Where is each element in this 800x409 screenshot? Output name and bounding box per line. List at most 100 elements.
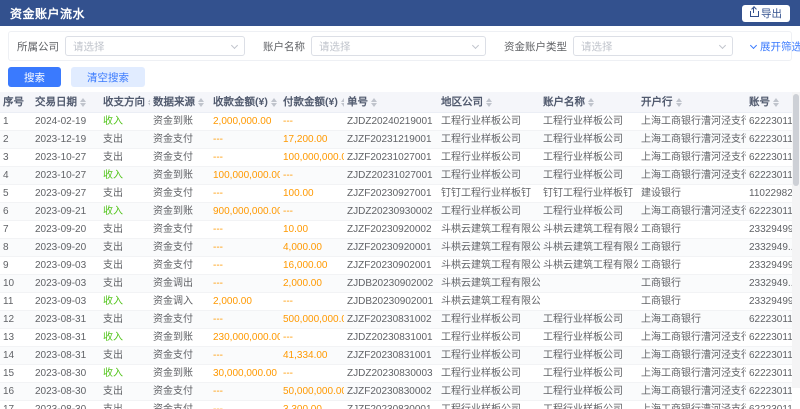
account-name-select-placeholder: 请选择 bbox=[319, 39, 351, 54]
cell-date: 2023-09-27 bbox=[32, 184, 100, 202]
table-row[interactable]: 82023-09-20支出资金支付---4,000.00ZJZF20230920… bbox=[0, 238, 792, 256]
scrollbar-thumb[interactable] bbox=[793, 94, 799, 186]
clear-search-button[interactable]: 清空搜索 bbox=[71, 67, 145, 87]
cell-receive: 900,000,000.00 bbox=[210, 202, 280, 220]
cell-source: 资金调出 bbox=[150, 274, 210, 292]
cell-region: 工程行业样板公司 bbox=[438, 130, 540, 148]
cell-source: 资金支付 bbox=[150, 220, 210, 238]
column-header[interactable]: 账号 bbox=[746, 92, 792, 112]
column-label: 收支方向 bbox=[103, 96, 145, 108]
cell-bank: 上海工商银行 bbox=[638, 310, 746, 328]
search-button[interactable]: 搜索 bbox=[8, 67, 61, 87]
account-name-select[interactable]: 请选择 bbox=[311, 36, 486, 56]
sort-icon[interactable] bbox=[371, 98, 377, 107]
table-row[interactable]: 62023-09-21收入资金到账900,000,000.00---ZJDZ20… bbox=[0, 202, 792, 220]
sort-icon[interactable] bbox=[80, 98, 86, 107]
cell-pay: 16,000.00 bbox=[280, 256, 344, 274]
column-label: 付款金额(¥) bbox=[283, 96, 338, 108]
table-row[interactable]: 102023-09-03支出资金调出---2,000.00ZJDB2023090… bbox=[0, 274, 792, 292]
cell-receive: --- bbox=[210, 130, 280, 148]
column-label: 收款金额(¥) bbox=[213, 96, 268, 108]
transactions-table: 序号交易日期收支方向数据来源 收款金额(¥) 付款金额(¥) 单号地区公司 账户名称开户… bbox=[0, 92, 800, 409]
sort-icon[interactable] bbox=[676, 98, 682, 107]
account-type-select[interactable]: 请选择 bbox=[573, 36, 733, 56]
sort-icon[interactable] bbox=[341, 98, 344, 107]
sort-icon[interactable] bbox=[198, 98, 204, 107]
expand-filter-link[interactable]: 展开筛选 bbox=[751, 39, 800, 54]
company-select-placeholder: 请选择 bbox=[73, 39, 105, 54]
table-row[interactable]: 32023-10-27支出资金支付---100,000,000.00ZJZF20… bbox=[0, 148, 792, 166]
column-header[interactable]: 数据来源 bbox=[150, 92, 210, 112]
cell-number: 622230111... bbox=[746, 382, 792, 400]
table-row[interactable]: 12024-02-19收入资金到账2,000,000.00---ZJDZ2024… bbox=[0, 112, 792, 130]
sort-icon[interactable] bbox=[773, 98, 779, 107]
chevron-down-icon bbox=[719, 42, 726, 49]
table-row[interactable]: 172023-08-30支出资金支付---3,300.00ZJZF2023083… bbox=[0, 400, 792, 409]
cell-date: 2024-02-19 bbox=[32, 112, 100, 130]
sort-asc-icon bbox=[371, 98, 377, 102]
cell-date: 2023-08-31 bbox=[32, 310, 100, 328]
cell-number: 233294995... bbox=[746, 220, 792, 238]
sort-desc-icon bbox=[271, 103, 277, 107]
table-row[interactable]: 122023-08-31支出资金支付---500,000,000.00ZJZF2… bbox=[0, 310, 792, 328]
table-row[interactable]: 22023-12-19支出资金支付---17,200.00ZJZF2023121… bbox=[0, 130, 792, 148]
cell-date: 2023-08-30 bbox=[32, 364, 100, 382]
data-table: 序号交易日期收支方向数据来源 收款金额(¥) 付款金额(¥) 单号地区公司 账户名称开户… bbox=[0, 92, 792, 409]
column-label: 地区公司 bbox=[441, 96, 483, 108]
column-header[interactable]: 单号 bbox=[344, 92, 438, 112]
column-header[interactable]: 收款金额(¥) bbox=[210, 92, 280, 112]
column-header[interactable]: 账户名称 bbox=[540, 92, 638, 112]
cell-bank: 上海工商银行漕河泾支行 bbox=[638, 148, 746, 166]
cell-bank: 上海工商银行漕河泾支行 bbox=[638, 112, 746, 130]
table-row[interactable]: 152023-08-30收入资金到账30,000,000.00---ZJDZ20… bbox=[0, 364, 792, 382]
cell-bank: 上海工商银行漕河泾支行 bbox=[638, 130, 746, 148]
cell-account: 工程行业样板公司 bbox=[540, 382, 638, 400]
company-select[interactable]: 请选择 bbox=[65, 36, 245, 56]
column-label: 数据来源 bbox=[153, 96, 195, 108]
column-header[interactable]: 地区公司 bbox=[438, 92, 540, 112]
cell-source: 资金支付 bbox=[150, 238, 210, 256]
table-row[interactable]: 142023-08-31支出资金支付---41,334.00ZJZF202308… bbox=[0, 346, 792, 364]
cell-account: 钉钉工程行业样板钉 bbox=[540, 184, 638, 202]
table-row[interactable]: 52023-09-27支出资金支付---100.00ZJZF2023092700… bbox=[0, 184, 792, 202]
cell-date: 2023-08-31 bbox=[32, 346, 100, 364]
export-button[interactable]: 导出 bbox=[742, 5, 790, 22]
column-header[interactable]: 开户行 bbox=[638, 92, 746, 112]
chevron-down-icon bbox=[750, 41, 757, 48]
cell-account bbox=[540, 274, 638, 292]
cell-number: 622230111... bbox=[746, 346, 792, 364]
cell-pay: 4,000.00 bbox=[280, 238, 344, 256]
cell-bank: 上海工商银行漕河泾支行 bbox=[638, 364, 746, 382]
scrollbar[interactable] bbox=[792, 92, 800, 388]
column-header[interactable]: 收支方向 bbox=[100, 92, 150, 112]
column-header[interactable]: 付款金额(¥) bbox=[280, 92, 344, 112]
cell-source: 资金到账 bbox=[150, 364, 210, 382]
cell-direction: 支出 bbox=[100, 130, 150, 148]
sort-icon[interactable] bbox=[486, 98, 492, 107]
sort-icon[interactable] bbox=[148, 98, 150, 107]
table-row[interactable]: 132023-08-31收入资金到账230,000,000.00---ZJDZ2… bbox=[0, 328, 792, 346]
cell-direction: 支出 bbox=[100, 148, 150, 166]
sort-icon[interactable] bbox=[588, 98, 594, 107]
cell-no: 8 bbox=[0, 238, 32, 256]
table-row[interactable]: 112023-09-03收入资金调入2,000.00---ZJDB2023090… bbox=[0, 292, 792, 310]
cell-account: 工程行业样板公司 bbox=[540, 310, 638, 328]
cell-pay: 100.00 bbox=[280, 184, 344, 202]
cell-order: ZJDZ20230930002 bbox=[344, 202, 438, 220]
cell-no: 9 bbox=[0, 256, 32, 274]
column-header[interactable]: 交易日期 bbox=[32, 92, 100, 112]
table-row[interactable]: 92023-09-03支出资金支付---16,000.00ZJZF2023090… bbox=[0, 256, 792, 274]
column-header: 序号 bbox=[0, 92, 32, 112]
cell-account: 工程行业样板公司 bbox=[540, 130, 638, 148]
table-row[interactable]: 42023-10-27收入资金到账100,000,000.00---ZJDZ20… bbox=[0, 166, 792, 184]
cell-pay: 3,300.00 bbox=[280, 400, 344, 409]
cell-date: 2023-09-03 bbox=[32, 274, 100, 292]
sort-icon[interactable] bbox=[271, 98, 277, 107]
cell-bank: 建设银行 bbox=[638, 184, 746, 202]
cell-date: 2023-10-27 bbox=[32, 148, 100, 166]
table-row[interactable]: 162023-08-30支出资金支付---50,000,000.00ZJZF20… bbox=[0, 382, 792, 400]
export-icon bbox=[750, 9, 758, 17]
cell-receive: --- bbox=[210, 310, 280, 328]
table-row[interactable]: 72023-09-20支出资金支付---10.00ZJZF20230920002… bbox=[0, 220, 792, 238]
cell-direction: 收入 bbox=[100, 364, 150, 382]
